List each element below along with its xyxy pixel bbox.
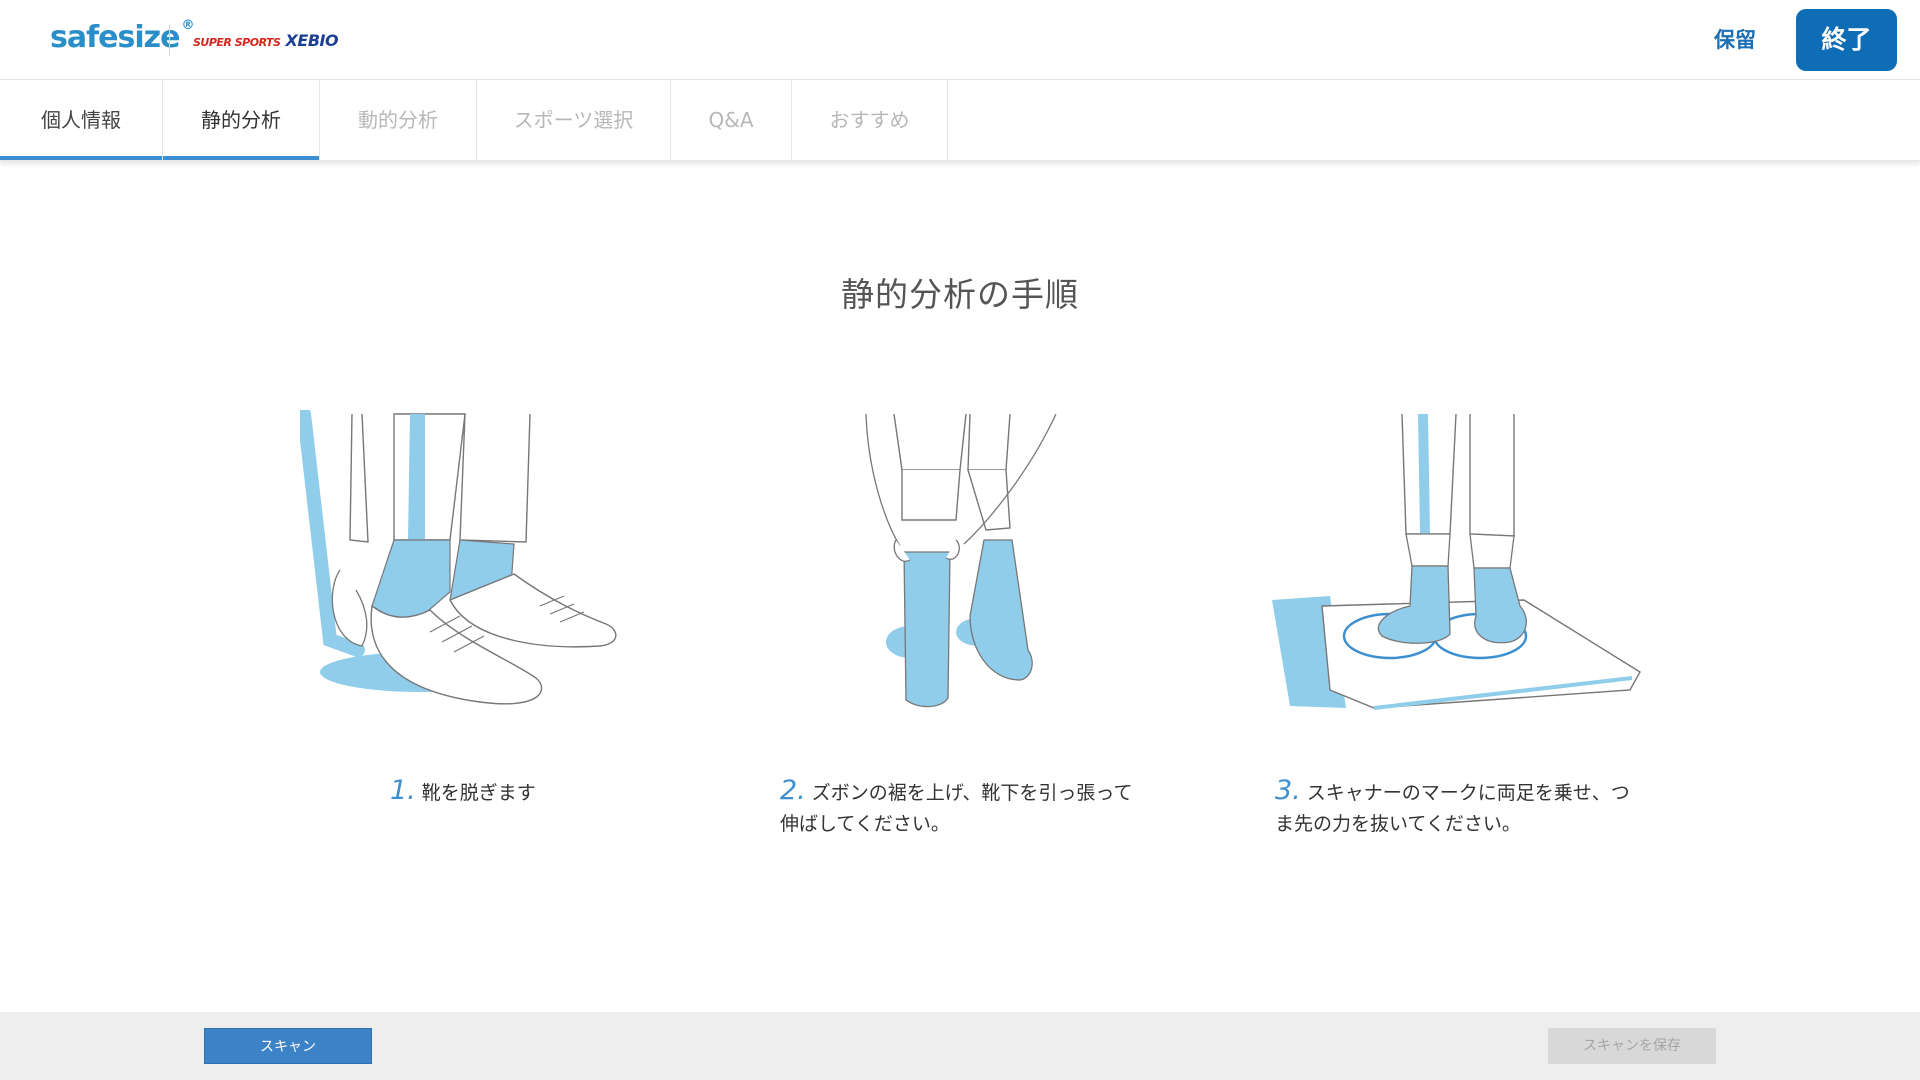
scan-button[interactable]: スキャン bbox=[204, 1028, 372, 1064]
safesize-logo: safesize ® bbox=[50, 18, 194, 60]
action-footer: スキャン スキャンを保存 bbox=[0, 1012, 1920, 1080]
tab-recommendation[interactable]: おすすめ bbox=[792, 80, 948, 160]
step-number: 2. bbox=[780, 775, 806, 806]
registered-mark: ® bbox=[181, 18, 194, 33]
tab-active-indicator bbox=[163, 156, 319, 160]
xebio-logo-prefix: SUPER SPORTS bbox=[193, 36, 281, 49]
save-scan-button[interactable]: スキャンを保存 bbox=[1548, 1028, 1716, 1064]
tab-label: おすすめ bbox=[829, 108, 910, 132]
tab-completed-indicator bbox=[0, 156, 162, 160]
step-text-line-1: スキャナーのマークに両足を乗せ、つ bbox=[1306, 782, 1630, 804]
logo-divider bbox=[169, 24, 170, 56]
pull-socks-illustration bbox=[860, 410, 1060, 720]
step-tabs: 個人情報 静的分析 動的分析 スポーツ選択 Q&A おすすめ bbox=[0, 80, 1920, 161]
step-1-caption: 1. 靴を脱ぎます bbox=[390, 775, 710, 809]
xebio-logo-name: XEBIO bbox=[285, 31, 339, 50]
tab-qa[interactable]: Q&A bbox=[671, 80, 792, 160]
finish-button[interactable]: 終了 bbox=[1796, 9, 1897, 71]
tab-dynamic-analysis[interactable]: 動的分析 bbox=[320, 80, 477, 160]
tab-sport-selection[interactable]: スポーツ選択 bbox=[477, 80, 671, 160]
step-text-line-1: ズボンの裾を上げ、靴下を引っ張って bbox=[811, 782, 1133, 804]
hold-button[interactable]: 保留 bbox=[1700, 22, 1770, 58]
page-title: 静的分析の手順 bbox=[841, 275, 1079, 314]
step-text-line-2: ま先の力を抜いてください。 bbox=[1275, 813, 1521, 835]
tab-static-analysis[interactable]: 静的分析 bbox=[163, 80, 320, 160]
step-number: 3. bbox=[1275, 775, 1301, 806]
app-header: safesize ® SUPER SPORTS XEBIO 保留 終了 bbox=[0, 0, 1920, 80]
tab-label: 個人情報 bbox=[41, 108, 121, 132]
stand-on-scanner-illustration bbox=[1270, 410, 1650, 720]
step-2-caption: 2. ズボンの裾を上げ、靴下を引っ張って 伸ばしてください。 bbox=[780, 775, 1180, 840]
tab-label: スポーツ選択 bbox=[513, 108, 634, 132]
step-text: 靴を脱ぎます bbox=[421, 782, 536, 804]
step-3-caption: 3. スキャナーのマークに両足を乗せ、つ ま先の力を抜いてください。 bbox=[1275, 775, 1675, 840]
remove-shoes-illustration bbox=[297, 407, 640, 720]
tab-label: 動的分析 bbox=[358, 108, 438, 132]
tab-label: 静的分析 bbox=[201, 108, 281, 132]
step-text-line-2: 伸ばしてください。 bbox=[780, 813, 950, 835]
xebio-logo: SUPER SPORTS XEBIO bbox=[193, 31, 339, 51]
safesize-logo-text: safesize bbox=[50, 20, 180, 55]
tab-label: Q&A bbox=[708, 108, 754, 132]
step-number: 1. bbox=[390, 775, 416, 806]
tab-personal-info[interactable]: 個人情報 bbox=[0, 80, 163, 160]
